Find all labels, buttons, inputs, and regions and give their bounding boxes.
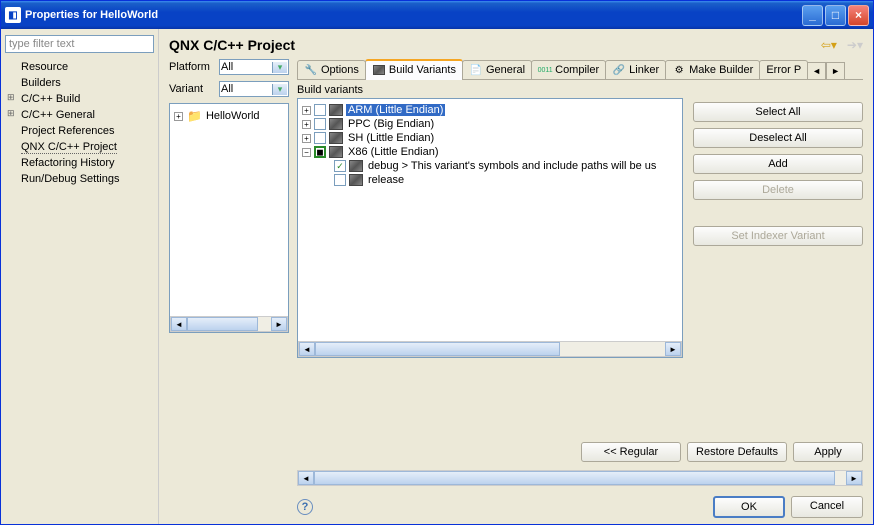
tab-linker[interactable]: 🔗Linker bbox=[605, 60, 666, 79]
select-all-button[interactable]: Select All bbox=[693, 102, 863, 122]
folder-icon: 📁 bbox=[187, 109, 202, 123]
cancel-button[interactable]: Cancel bbox=[791, 496, 863, 518]
app-icon: ◧ bbox=[5, 7, 21, 23]
category-builders[interactable]: Builders bbox=[5, 75, 154, 91]
variant-sh[interactable]: SH (Little Endian) bbox=[346, 132, 436, 144]
checkbox[interactable] bbox=[314, 132, 326, 144]
tab-error-parser[interactable]: Error P bbox=[759, 60, 808, 79]
chip-icon bbox=[372, 64, 386, 76]
checkbox[interactable] bbox=[314, 104, 326, 116]
platform-label: Platform bbox=[169, 61, 219, 73]
chip-icon bbox=[329, 104, 343, 116]
expand-icon[interactable]: + bbox=[302, 106, 311, 115]
project-name[interactable]: HelloWorld bbox=[206, 110, 260, 122]
variant-select[interactable]: All▾ bbox=[219, 81, 289, 97]
expand-icon[interactable]: + bbox=[302, 134, 311, 143]
set-indexer-button: Set Indexer Variant bbox=[693, 226, 863, 246]
scrollbar-thumb[interactable] bbox=[314, 471, 835, 485]
scroll-right-button[interactable]: ► bbox=[271, 317, 287, 331]
variant-label: Variant bbox=[169, 83, 219, 95]
project-tree: + 📁 HelloWorld ◄ ► bbox=[169, 103, 289, 333]
collapse-icon[interactable]: − bbox=[302, 148, 311, 157]
category-run-debug[interactable]: Run/Debug Settings bbox=[5, 171, 154, 187]
scroll-right-button[interactable]: ► bbox=[846, 471, 862, 485]
variants-label: Build variants bbox=[297, 84, 683, 96]
category-cpp-general[interactable]: C/C++ General bbox=[5, 107, 154, 123]
regular-button[interactable]: << Regular bbox=[581, 442, 681, 462]
scrollbar-thumb[interactable] bbox=[315, 342, 560, 356]
scroll-right-button[interactable]: ► bbox=[665, 342, 681, 356]
category-qnx-project[interactable]: QNX C/C++ Project bbox=[5, 139, 154, 155]
chip-icon bbox=[329, 118, 343, 130]
deselect-all-button[interactable]: Deselect All bbox=[693, 128, 863, 148]
minimize-button[interactable]: _ bbox=[802, 5, 823, 26]
tab-scroll-right[interactable]: ► bbox=[826, 62, 845, 79]
wrench-icon: 🔧 bbox=[304, 64, 318, 76]
restore-defaults-button[interactable]: Restore Defaults bbox=[687, 442, 787, 462]
platform-select[interactable]: All▾ bbox=[219, 59, 289, 75]
variant-release[interactable]: release bbox=[366, 174, 406, 186]
binary-icon: 0011 bbox=[538, 64, 552, 76]
checkbox[interactable] bbox=[314, 118, 326, 130]
variant-x86[interactable]: X86 (Little Endian) bbox=[346, 146, 441, 158]
link-icon: 🔗 bbox=[612, 64, 626, 76]
checkbox[interactable]: ◼ bbox=[314, 146, 326, 158]
delete-button: Delete bbox=[693, 180, 863, 200]
maximize-button[interactable]: □ bbox=[825, 5, 846, 26]
tab-build-variants[interactable]: Build Variants bbox=[365, 59, 463, 80]
variant-debug[interactable]: debug > This variant's symbols and inclu… bbox=[366, 160, 658, 172]
tab-general[interactable]: 📄General bbox=[462, 60, 532, 79]
chip-icon bbox=[349, 174, 363, 186]
category-refactoring[interactable]: Refactoring History bbox=[5, 155, 154, 171]
chip-icon bbox=[349, 160, 363, 172]
filter-input[interactable] bbox=[5, 35, 154, 53]
scroll-left-button[interactable]: ◄ bbox=[171, 317, 187, 331]
page-title: QNX C/C++ Project bbox=[169, 37, 295, 53]
category-tree: Resource Builders C/C++ Build C/C++ Gene… bbox=[5, 59, 154, 187]
expand-icon[interactable]: + bbox=[302, 120, 311, 129]
category-cpp-build[interactable]: C/C++ Build bbox=[5, 91, 154, 107]
tab-make-builder[interactable]: ⚙Make Builder bbox=[665, 60, 760, 79]
variant-arm[interactable]: ARM (Little Endian) bbox=[346, 104, 445, 116]
nav-forward-button: ➔▾ bbox=[847, 38, 863, 52]
nav-back-button[interactable]: ⇦▾ bbox=[821, 38, 837, 52]
chip-icon bbox=[329, 132, 343, 144]
close-button[interactable]: × bbox=[848, 5, 869, 26]
category-project-references[interactable]: Project References bbox=[5, 123, 154, 139]
expand-icon[interactable]: + bbox=[174, 112, 183, 121]
tab-options[interactable]: 🔧Options bbox=[297, 60, 366, 79]
chip-icon bbox=[329, 146, 343, 158]
window-title: Properties for HelloWorld bbox=[25, 9, 802, 21]
variants-tree: + ARM (Little Endian) + PPC (Big Endian) bbox=[297, 98, 683, 358]
add-button[interactable]: Add bbox=[693, 154, 863, 174]
tab-scroll-left[interactable]: ◄ bbox=[807, 62, 826, 79]
checkbox[interactable]: ✓ bbox=[334, 160, 346, 172]
scrollbar-thumb[interactable] bbox=[187, 317, 258, 331]
scroll-left-button[interactable]: ◄ bbox=[298, 471, 314, 485]
builder-icon: ⚙ bbox=[672, 64, 686, 76]
category-resource[interactable]: Resource bbox=[5, 59, 154, 75]
apply-button[interactable]: Apply bbox=[793, 442, 863, 462]
ok-button[interactable]: OK bbox=[713, 496, 785, 518]
checkbox[interactable] bbox=[334, 174, 346, 186]
file-icon: 📄 bbox=[469, 64, 483, 76]
scroll-left-button[interactable]: ◄ bbox=[299, 342, 315, 356]
variant-ppc[interactable]: PPC (Big Endian) bbox=[346, 118, 436, 130]
tabs-row: 🔧Options Build Variants 📄General 0011Com… bbox=[297, 59, 863, 80]
help-icon[interactable]: ? bbox=[297, 499, 313, 515]
tab-compiler[interactable]: 0011Compiler bbox=[531, 60, 606, 79]
